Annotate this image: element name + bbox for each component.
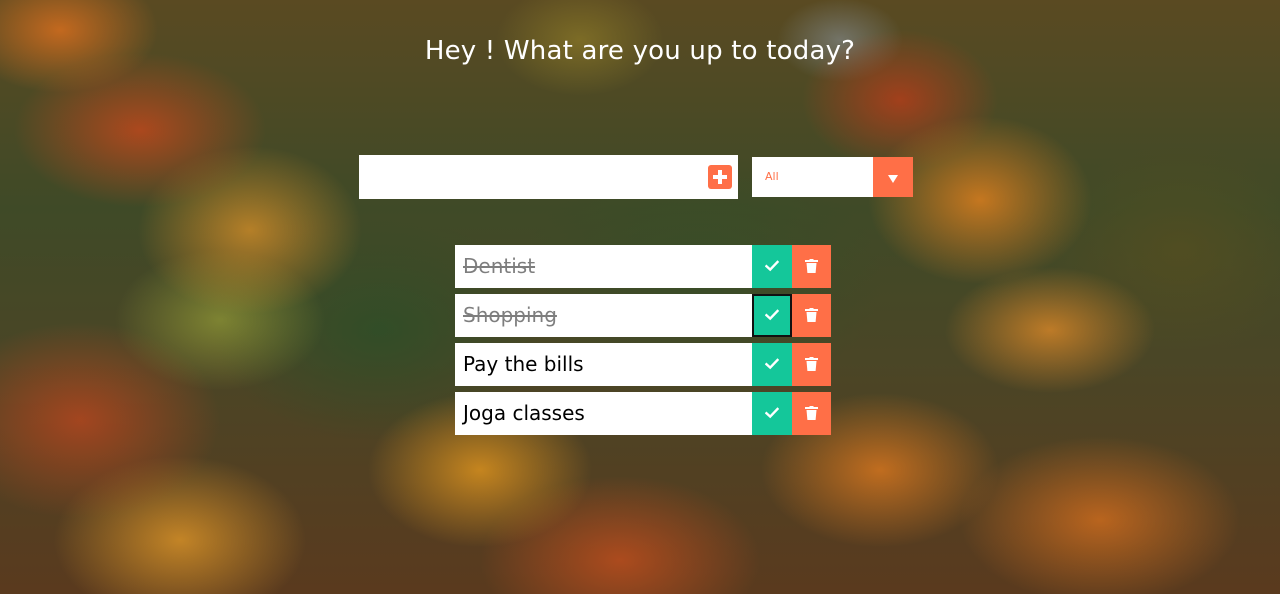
filter-dropdown-button[interactable]: [873, 157, 913, 197]
todo-item: Shopping: [455, 294, 831, 337]
filter-selected-value: All: [765, 170, 779, 183]
check-icon: [765, 309, 779, 321]
todo-form: [359, 155, 738, 199]
todo-text: Shopping: [463, 303, 557, 327]
page-title: Hey ! What are you up to today?: [424, 36, 856, 66]
trash-icon: [805, 259, 818, 273]
trash-icon: [805, 357, 818, 371]
todo-text: Dentist: [463, 254, 536, 278]
complete-button[interactable]: [752, 392, 792, 435]
complete-button[interactable]: [752, 294, 792, 337]
delete-button[interactable]: [792, 294, 831, 337]
todo-text: Joga classes: [463, 401, 585, 425]
check-icon: [765, 260, 779, 272]
delete-button[interactable]: [792, 245, 831, 288]
check-icon: [765, 358, 779, 370]
todo-item: Pay the bills: [455, 343, 831, 386]
complete-button[interactable]: [752, 343, 792, 386]
todo-list: Dentist Shopping Pay the bills Joga clas…: [455, 245, 831, 441]
todo-item: Joga classes: [455, 392, 831, 435]
delete-button[interactable]: [792, 343, 831, 386]
complete-button[interactable]: [752, 245, 792, 288]
todo-text: Pay the bills: [463, 352, 584, 376]
chevron-down-icon: [888, 175, 898, 183]
trash-icon: [805, 308, 818, 322]
trash-icon: [805, 406, 818, 420]
check-icon: [765, 407, 779, 419]
todo-input[interactable]: [359, 155, 699, 199]
delete-button[interactable]: [792, 392, 831, 435]
todo-item: Dentist: [455, 245, 831, 288]
add-todo-button[interactable]: [708, 165, 732, 189]
todo-app-page: { "header": { "title": "Hey ! What are y…: [0, 0, 1280, 594]
filter-select[interactable]: All: [752, 157, 913, 197]
